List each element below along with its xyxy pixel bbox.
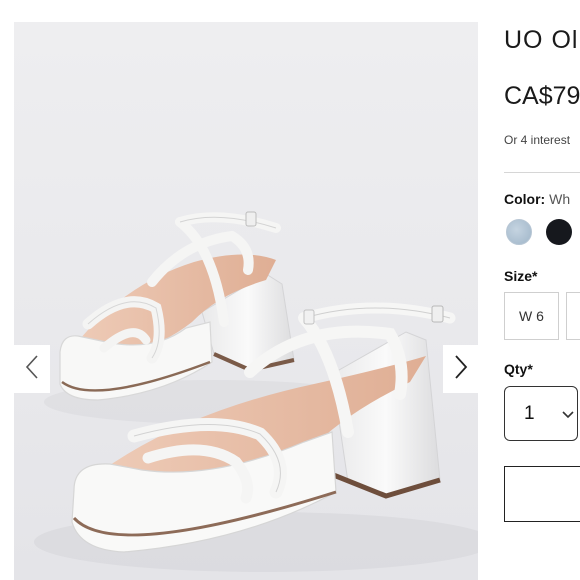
product-title: UO Ol xyxy=(504,26,579,54)
product-info-panel: UO Ol CA$79 Or 4 interest Color: Wh Size… xyxy=(504,0,580,580)
add-to-cart-button[interactable] xyxy=(504,466,580,522)
color-swatch-light-blue[interactable] xyxy=(506,219,532,245)
product-price: CA$79 xyxy=(504,82,580,110)
color-label: Color: xyxy=(504,191,546,207)
installments-text: Or 4 interest xyxy=(504,133,571,147)
size-option[interactable]: W 6 xyxy=(504,292,559,340)
previous-image-button[interactable] xyxy=(14,345,50,393)
sandals-illustration xyxy=(34,211,478,572)
color-swatch-black[interactable] xyxy=(546,219,572,245)
chevron-right-icon xyxy=(453,354,469,385)
color-row: Color: Wh xyxy=(504,191,570,207)
divider xyxy=(504,172,580,173)
size-label: Size* xyxy=(504,268,538,284)
chevron-down-icon xyxy=(561,407,575,425)
next-image-button[interactable] xyxy=(443,345,479,393)
size-option[interactable]: W xyxy=(566,292,580,340)
chevron-left-icon xyxy=(24,354,40,385)
quantity-value: 1 xyxy=(524,403,535,424)
quantity-select[interactable]: 1 xyxy=(504,386,578,441)
product-image xyxy=(14,22,478,580)
color-value: Wh xyxy=(549,191,571,207)
quantity-label: Qty* xyxy=(504,361,533,377)
size-option-label: W 6 xyxy=(519,308,544,324)
